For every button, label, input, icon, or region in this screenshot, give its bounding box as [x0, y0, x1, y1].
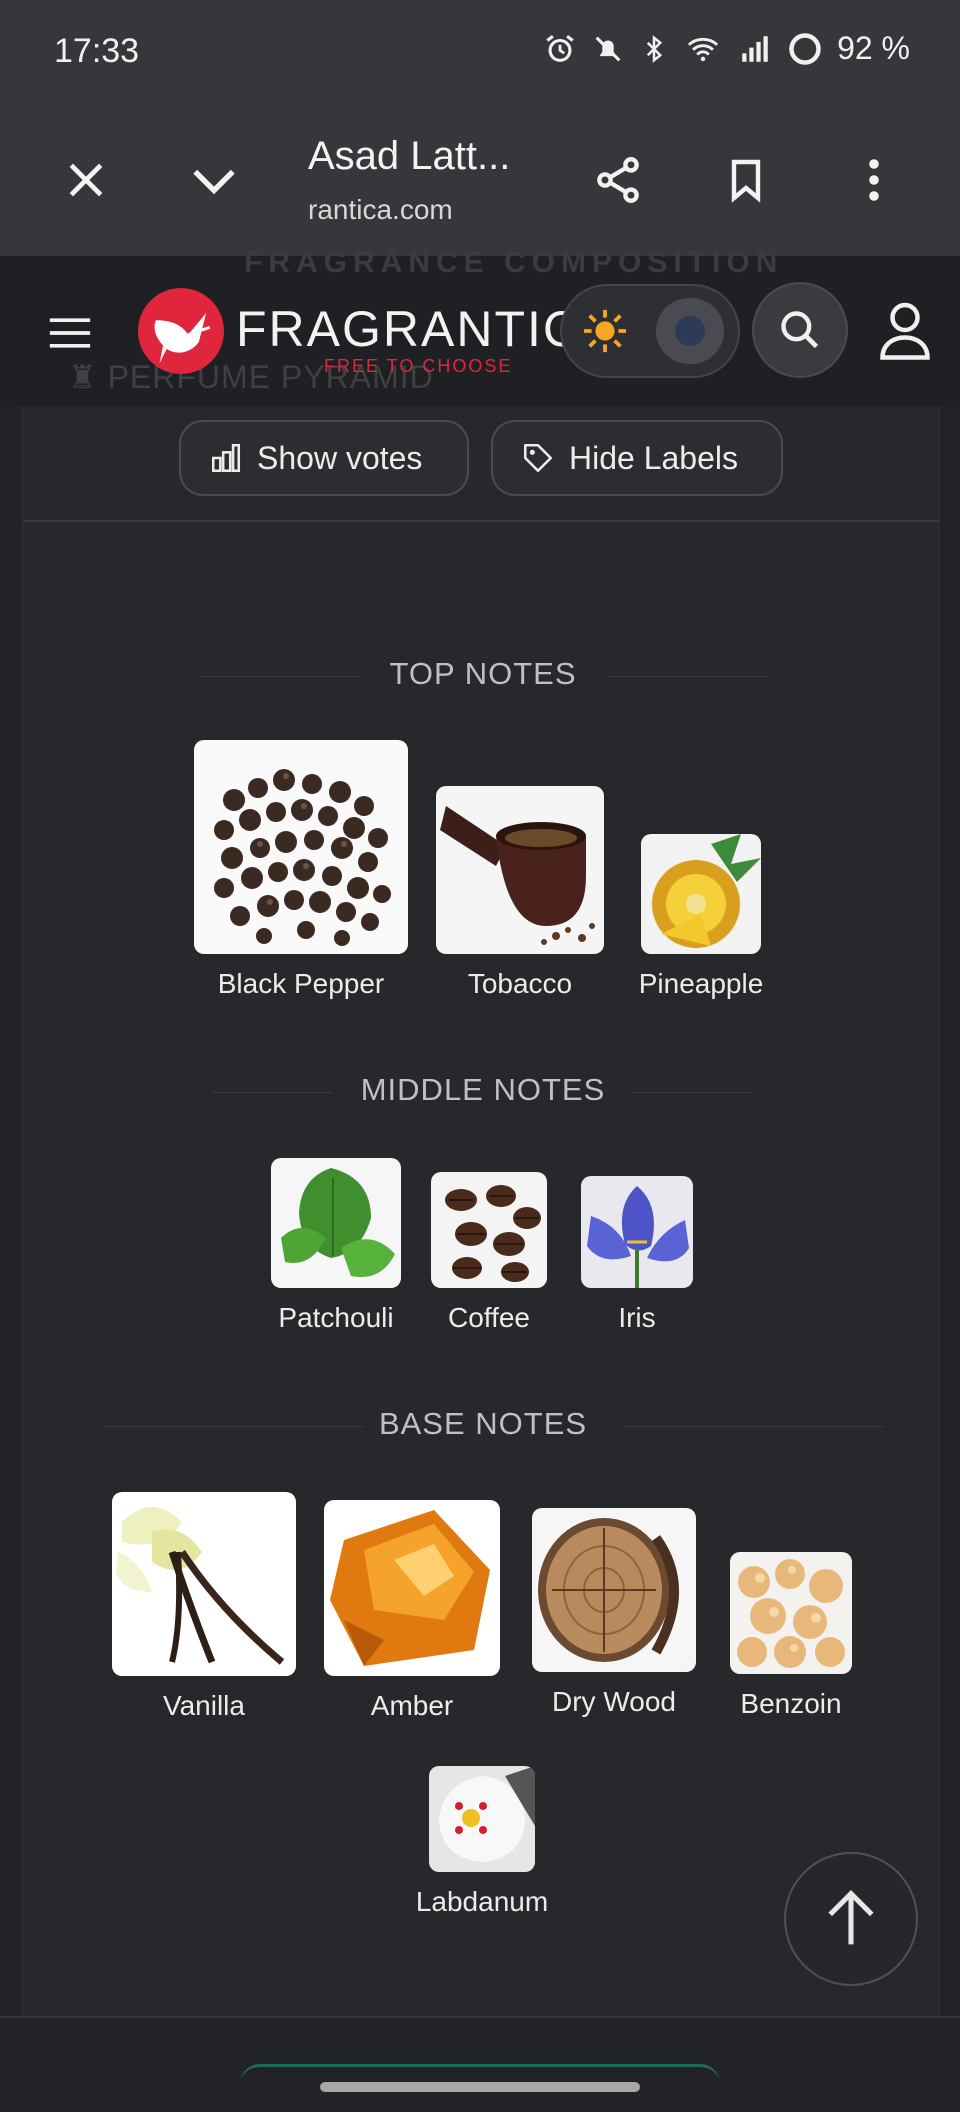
note-label: Dry Wood	[552, 1686, 676, 1717]
hide-labels-label: Hide Labels	[569, 439, 738, 476]
bookmark-icon	[731, 159, 761, 203]
note-dry-wood[interactable]: Dry Wood	[531, 1508, 697, 1718]
moon-icon	[675, 316, 707, 346]
bookmark-button[interactable]	[710, 144, 782, 216]
hamburger-icon	[49, 318, 91, 348]
bottle-icon: ♜	[68, 359, 108, 395]
pineapple-image	[641, 834, 761, 954]
page-title: Asad Latt...	[308, 134, 511, 178]
top-notes-title: TOP NOTES	[389, 656, 577, 691]
section-rule	[199, 676, 359, 677]
account-button[interactable]	[880, 300, 930, 365]
section-rule	[633, 1092, 753, 1093]
note-coffee[interactable]: Coffee	[429, 1172, 549, 1334]
note-tobacco[interactable]: Tobacco	[435, 786, 605, 1000]
note-labdanum[interactable]: Labdanum	[407, 1766, 557, 1918]
coffee-image	[431, 1172, 547, 1288]
bottom-divider	[0, 2016, 960, 2018]
labdanum-image	[429, 1766, 535, 1872]
section-rule	[213, 1092, 333, 1093]
hummingbird-icon	[154, 313, 211, 364]
section-rule	[103, 1426, 363, 1427]
iris-image	[581, 1176, 693, 1288]
section-rule	[623, 1426, 883, 1427]
close-icon	[69, 163, 103, 197]
note-label: Tobacco	[467, 968, 573, 999]
more-vert-icon	[869, 159, 879, 201]
toggle-knob	[656, 298, 724, 364]
menu-button[interactable]	[48, 316, 92, 355]
benzoin-image	[730, 1552, 852, 1674]
section-rule	[607, 676, 767, 677]
bottom-area	[0, 2016, 960, 2112]
note-label: Coffee	[448, 1302, 530, 1333]
wifi-icon	[687, 37, 719, 61]
vanilla-image	[112, 1492, 296, 1676]
pyramid-panel: Show votes Hide Labels TOP NOTES Black P…	[22, 406, 940, 2016]
chart-icon	[211, 443, 241, 473]
battery-icon	[789, 32, 821, 65]
note-benzoin[interactable]: Benzoin	[723, 1552, 859, 1720]
note-vanilla[interactable]: Vanilla	[111, 1492, 297, 1722]
logo-mark[interactable]	[138, 288, 224, 374]
hide-labels-button[interactable]: Hide Labels	[491, 420, 783, 496]
note-label: Pineapple	[638, 968, 764, 999]
sun-icon	[583, 309, 627, 353]
alarm-icon	[546, 34, 574, 62]
note-label: Black Pepper	[217, 968, 385, 999]
note-label: Benzoin	[740, 1688, 842, 1719]
signal-icon	[742, 35, 768, 62]
note-amber[interactable]: Amber	[323, 1500, 501, 1722]
share-icon	[597, 157, 639, 203]
more-options-button[interactable]	[838, 144, 910, 216]
show-votes-button[interactable]: Show votes	[179, 420, 469, 496]
status-icons: 92 %	[543, 30, 910, 67]
note-label: Iris	[618, 1302, 656, 1333]
gesture-bar[interactable]	[320, 2082, 640, 2092]
amber-image	[324, 1500, 500, 1676]
black-pepper-image	[194, 740, 408, 954]
arrow-up-icon	[828, 1890, 874, 1945]
note-pineapple[interactable]: Pineapple	[631, 834, 771, 1000]
note-label: Vanilla	[163, 1690, 245, 1721]
note-label: Amber	[370, 1690, 454, 1721]
chevron-down-icon	[193, 169, 235, 195]
site-header: FRAGRANCE COMPOSITION ♜ PERFUME PYRAMID …	[0, 246, 960, 406]
search-icon	[781, 311, 819, 349]
logo-tagline: FREE TO CHOOSE	[324, 356, 513, 376]
patchouli-image	[271, 1158, 401, 1288]
minimize-button[interactable]	[178, 144, 250, 216]
bluetooth-icon	[646, 34, 663, 63]
mute-icon	[595, 36, 621, 61]
scroll-top-button[interactable]	[784, 1852, 918, 1986]
status-time: 17:33	[54, 32, 140, 70]
battery-percent: 92 %	[837, 30, 910, 66]
user-icon	[880, 302, 930, 360]
middle-notes-title: MIDDLE NOTES	[360, 1072, 606, 1107]
note-patchouli[interactable]: Patchouli	[263, 1158, 409, 1334]
note-black-pepper[interactable]: Black Pepper	[193, 740, 409, 1000]
share-button[interactable]	[582, 144, 654, 216]
close-button[interactable]	[50, 144, 122, 216]
base-notes-title: BASE NOTES	[378, 1406, 588, 1441]
ghost-section-heading: FRAGRANCE COMPOSITION	[244, 246, 784, 279]
search-button[interactable]	[752, 282, 848, 378]
show-votes-label: Show votes	[257, 439, 423, 476]
theme-toggle[interactable]	[560, 284, 740, 378]
note-iris[interactable]: Iris	[579, 1176, 695, 1334]
page-url[interactable]: rantica.com	[308, 194, 453, 226]
tag-icon	[523, 443, 553, 473]
status-bar: 17:33 92 %	[0, 0, 960, 104]
dry-wood-image	[532, 1508, 696, 1672]
browser-toolbar: Asad Latt... rantica.com	[0, 104, 960, 258]
divider	[23, 520, 939, 522]
tobacco-image	[436, 786, 604, 954]
note-label: Patchouli	[278, 1302, 394, 1333]
note-label: Labdanum	[415, 1886, 549, 1917]
